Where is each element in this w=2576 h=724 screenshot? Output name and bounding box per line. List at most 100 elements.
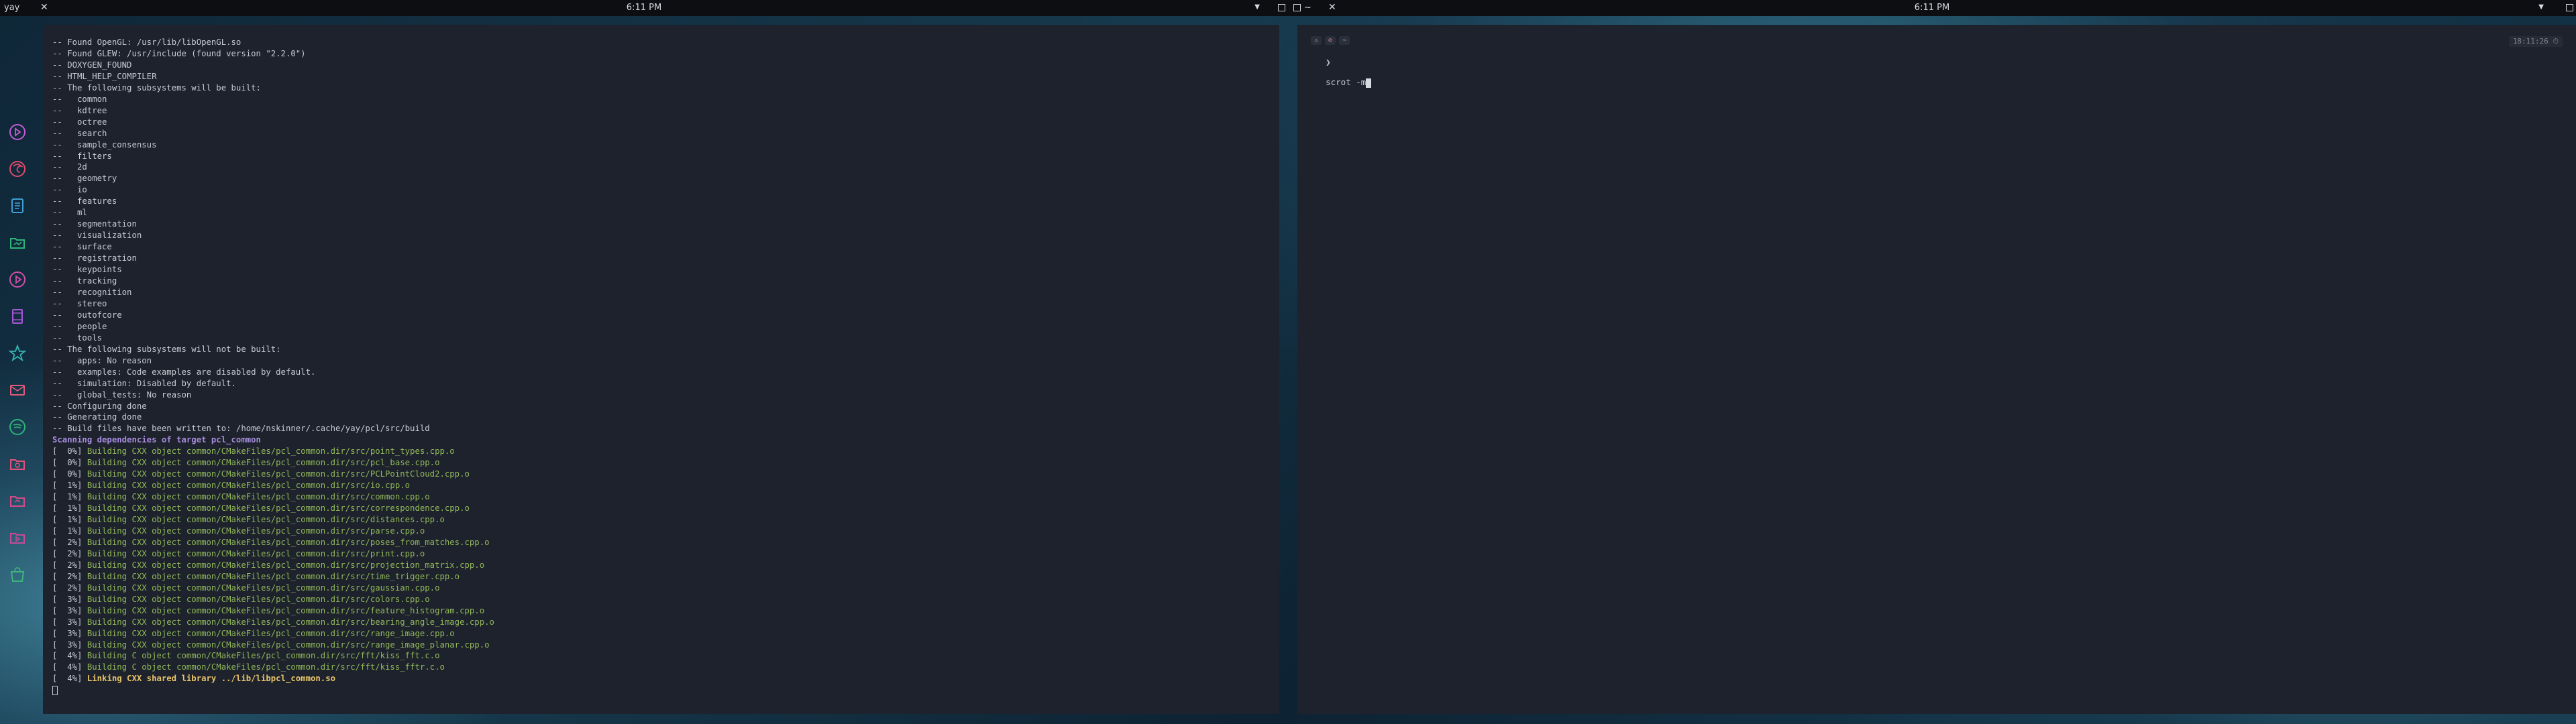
terminal-line: -- ml bbox=[52, 207, 1279, 219]
terminal-line: [ 4%] Building C object common/CMakeFile… bbox=[52, 662, 1279, 673]
build-progress: [ 1%] bbox=[52, 503, 87, 514]
terminal-line: Scanning dependencies of target pcl_comm… bbox=[52, 434, 1279, 446]
film-icon[interactable] bbox=[7, 306, 28, 326]
terminal-line: -- sample_consensus bbox=[52, 139, 1279, 151]
terminal-line-text: -- recognition bbox=[52, 287, 132, 297]
terminal-line: [ 2%] Building CXX object common/CMakeFi… bbox=[52, 548, 1279, 560]
prompt-status: ⚠ ⊘ ~ bbox=[1311, 36, 1350, 45]
text-editor-icon[interactable] bbox=[7, 196, 28, 216]
terminal-line-text: -- The following subsystems will not be … bbox=[52, 344, 281, 354]
firefox-icon[interactable] bbox=[7, 159, 28, 179]
terminal-line: -- outofcore bbox=[52, 310, 1279, 321]
terminal-line-text: -- Generating done bbox=[52, 412, 142, 422]
terminal-line: [ 2%] Building CXX object common/CMakeFi… bbox=[52, 560, 1279, 571]
terminal-line-text: Building CXX object common/CMakeFiles/pc… bbox=[87, 469, 470, 479]
terminal-line-text: Building CXX object common/CMakeFiles/pc… bbox=[87, 571, 460, 581]
terminal-line: -- simulation: Disabled by default. bbox=[52, 378, 1279, 389]
terminal-line-text: -- examples: Code examples are disabled … bbox=[52, 367, 316, 377]
terminal-line: [ 3%] Building CXX object common/CMakeFi… bbox=[52, 605, 1279, 617]
terminal-line-text: Building CXX object common/CMakeFiles/pc… bbox=[87, 458, 440, 468]
star-icon[interactable] bbox=[7, 343, 28, 363]
terminal-line: -- Generating done bbox=[52, 412, 1279, 423]
chevron-down-icon[interactable]: ▼ bbox=[2538, 3, 2544, 11]
build-progress: [ 4%] bbox=[52, 674, 87, 684]
prompt-status-segment: ~ bbox=[1339, 36, 1350, 45]
terminal-line: -- Build files have been written to: /ho… bbox=[52, 423, 1279, 434]
terminal-line: -- kdtree bbox=[52, 105, 1279, 117]
terminal-line-text: Building CXX object common/CMakeFiles/pc… bbox=[87, 492, 430, 502]
build-progress: [ 3%] bbox=[52, 605, 87, 615]
terminal-line-text: Building CXX object common/CMakeFiles/pc… bbox=[87, 537, 490, 547]
terminal-line-text: -- keypoints bbox=[52, 265, 122, 275]
terminal-line: [ 0%] Building CXX object common/CMakeFi… bbox=[52, 446, 1279, 457]
terminal-line-text: -- HTML_HELP_COMPILER bbox=[52, 71, 157, 81]
music-player-icon[interactable] bbox=[7, 122, 28, 142]
command-prompt[interactable]: ❯ scrot -m bbox=[1305, 47, 1372, 98]
build-progress: [ 4%] bbox=[52, 651, 87, 661]
terminal-line-text: Scanning dependencies of target pcl_comm… bbox=[52, 435, 261, 445]
terminal-line: -- The following subsystems will not be … bbox=[52, 344, 1279, 355]
terminal-line: -- apps: No reason bbox=[52, 355, 1279, 367]
terminal-line-text: -- octree bbox=[52, 117, 107, 127]
terminal-line-text: -- ml bbox=[52, 208, 87, 218]
terminal-line: [ 1%] Building CXX object common/CMakeFi… bbox=[52, 480, 1279, 491]
prompt-status-segment: ⚠ bbox=[1311, 36, 1322, 45]
terminal-line-text: Building CXX object common/CMakeFiles/pc… bbox=[87, 526, 425, 536]
terminal-line: -- registration bbox=[52, 253, 1279, 264]
terminal-line: [ 4%] Linking CXX shared library ../lib/… bbox=[52, 673, 1279, 684]
terminal-line-text: Building CXX object common/CMakeFiles/pc… bbox=[87, 481, 411, 491]
terminal-line-text: Building CXX object common/CMakeFiles/pc… bbox=[87, 583, 440, 593]
terminal-right[interactable]: ⚠ ⊘ ~ 18:11:26 ⏱ ❯ scrot -m bbox=[1297, 25, 2576, 714]
terminal-left[interactable]: -- Found OpenGL: /usr/lib/libOpenGL.so --… bbox=[43, 25, 1279, 714]
terminal-line-text: -- Build files have been written to: /ho… bbox=[52, 424, 430, 434]
build-progress: [ 3%] bbox=[52, 594, 87, 604]
terminal-line-text: -- apps: No reason bbox=[52, 355, 152, 365]
tray-window-icon[interactable] bbox=[2566, 4, 2573, 11]
terminal-line: [ 2%] Building CXX object common/CMakeFi… bbox=[52, 537, 1279, 548]
terminal-line-text: Building CXX object common/CMakeFiles/pc… bbox=[87, 548, 425, 558]
terminal-line-text: -- 2d bbox=[52, 162, 87, 172]
cursor-line bbox=[52, 684, 1279, 696]
terminal-line-text: -- registration bbox=[52, 253, 137, 263]
terminal-line: [ 3%] Building CXX object common/CMakeFi… bbox=[52, 640, 1279, 651]
folder-icon[interactable] bbox=[7, 491, 28, 511]
terminal-line-text: -- Found OpenGL: /usr/lib/libOpenGL.so bbox=[52, 38, 241, 47]
build-progress: [ 1%] bbox=[52, 492, 87, 502]
terminal-line: -- filters bbox=[52, 151, 1279, 162]
media-player-icon[interactable] bbox=[7, 269, 28, 290]
terminal-line-text: Linking CXX shared library ../lib/libpcl… bbox=[87, 674, 335, 684]
terminal-line-text: Building CXX object common/CMakeFiles/pc… bbox=[87, 605, 485, 615]
build-progress: [ 0%] bbox=[52, 458, 87, 468]
terminal-line-text: -- segmentation bbox=[52, 219, 137, 229]
chevron-down-icon[interactable]: ▼ bbox=[1254, 3, 1260, 11]
spotify-icon[interactable] bbox=[7, 417, 28, 437]
mail-icon[interactable] bbox=[7, 380, 28, 400]
terminal-line: -- global_tests: No reason bbox=[52, 389, 1279, 401]
terminal-line-text: -- io bbox=[52, 185, 87, 195]
video-folder-icon[interactable] bbox=[7, 528, 28, 548]
top-bar-right: ~ ✕ 6:11 PM ▼ bbox=[1288, 0, 2576, 16]
terminal-line: -- Found GLEW: /usr/include (found versi… bbox=[52, 48, 1279, 60]
terminal-line: [ 3%] Building CXX object common/CMakeFi… bbox=[52, 594, 1279, 605]
terminal-line: -- keypoints bbox=[52, 264, 1279, 276]
terminal-line-text: -- Configuring done bbox=[52, 401, 147, 411]
files-icon[interactable] bbox=[7, 233, 28, 253]
camera-folder-icon[interactable] bbox=[7, 454, 28, 474]
terminal-line: -- DOXYGEN_FOUND bbox=[52, 60, 1279, 71]
build-progress: [ 3%] bbox=[52, 640, 87, 650]
prompt-symbol: ❯ bbox=[1326, 57, 1331, 67]
terminal-line: -- examples: Code examples are disabled … bbox=[52, 367, 1279, 378]
terminal-line-text: Building CXX object common/CMakeFiles/pc… bbox=[87, 628, 455, 638]
build-progress: [ 1%] bbox=[52, 481, 87, 491]
tray-window-icon[interactable] bbox=[1278, 4, 1285, 11]
store-icon[interactable] bbox=[7, 564, 28, 585]
terminal-line: -- people bbox=[52, 321, 1279, 333]
terminal-line-text: Building C object common/CMakeFiles/pcl_… bbox=[87, 662, 445, 672]
terminal-line-text: Building C object common/CMakeFiles/pcl_… bbox=[87, 651, 440, 661]
build-progress: [ 3%] bbox=[52, 628, 87, 638]
build-progress: [ 2%] bbox=[52, 571, 87, 581]
terminal-line-text: -- tools bbox=[52, 333, 103, 343]
terminal-line-text: -- simulation: Disabled by default. bbox=[52, 378, 236, 388]
clock: 6:11 PM bbox=[1914, 3, 1950, 13]
terminal-line-text: Building CXX object common/CMakeFiles/pc… bbox=[87, 594, 430, 604]
